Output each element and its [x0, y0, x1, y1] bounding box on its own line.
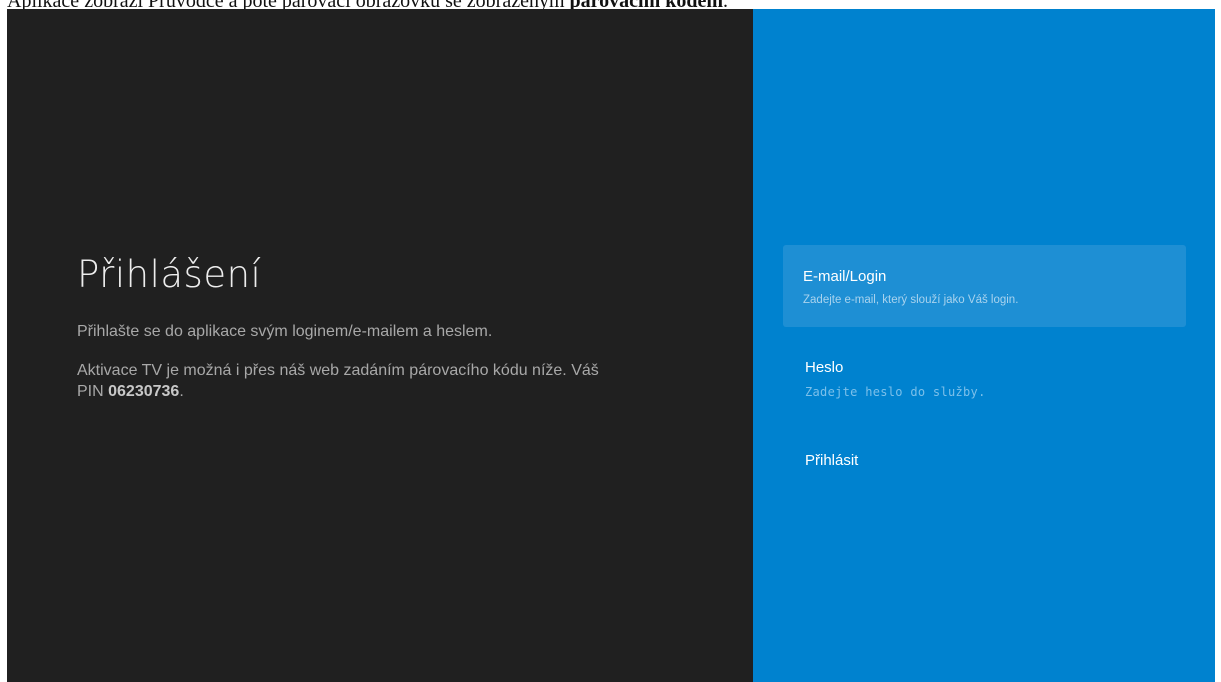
tv-screen: Přihlášení Přihlašte se do aplikace svým…: [7, 9, 1215, 682]
pin-code: 06230736: [108, 383, 180, 400]
password-hint: Zadejte heslo do služby.: [805, 385, 986, 399]
login-description: Přihlašte se do aplikace svým loginem/e-…: [77, 323, 493, 340]
info-panel: Přihlášení Přihlašte se do aplikace svým…: [7, 9, 753, 682]
pairing-suffix: .: [179, 383, 184, 400]
page-title: Přihlášení: [77, 253, 262, 296]
email-field[interactable]: E-mail/Login Zadejte e-mail, který slouž…: [783, 245, 1186, 327]
form-panel: E-mail/Login Zadejte e-mail, který slouž…: [753, 9, 1215, 682]
login-button[interactable]: Přihlásit: [805, 452, 858, 469]
email-label: E-mail/Login: [803, 268, 887, 285]
email-hint: Zadejte e-mail, který slouží jako Váš lo…: [803, 294, 1019, 306]
pairing-description: Aktivace TV je možná i přes náš web zadá…: [77, 360, 617, 402]
password-label: Heslo: [805, 359, 844, 376]
password-field[interactable]: Heslo Zadejte heslo do služby.: [783, 357, 1186, 407]
